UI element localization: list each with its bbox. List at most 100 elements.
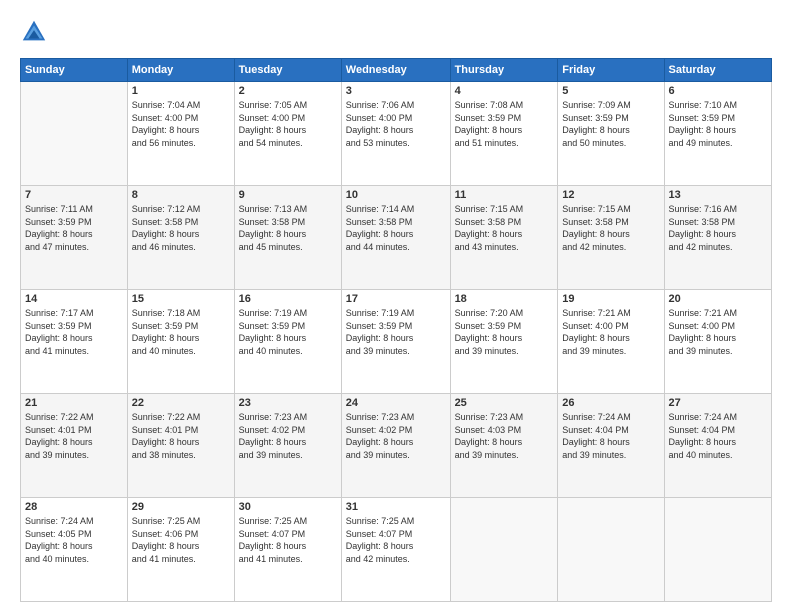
day-info: Sunrise: 7:15 AM Sunset: 3:58 PM Dayligh…: [455, 203, 554, 253]
calendar-cell: 25 Sunrise: 7:23 AM Sunset: 4:03 PM Dayli…: [450, 394, 558, 498]
calendar-cell: 5 Sunrise: 7:09 AM Sunset: 3:59 PM Daylig…: [558, 82, 664, 186]
day-info: Sunrise: 7:11 AM Sunset: 3:59 PM Dayligh…: [25, 203, 123, 253]
calendar-cell: 19 Sunrise: 7:21 AM Sunset: 4:00 PM Dayli…: [558, 290, 664, 394]
day-number: 25: [455, 397, 554, 409]
day-info: Sunrise: 7:05 AM Sunset: 4:00 PM Dayligh…: [239, 99, 337, 149]
weekday-header-row: SundayMondayTuesdayWednesdayThursdayFrid…: [21, 59, 772, 82]
day-info: Sunrise: 7:17 AM Sunset: 3:59 PM Dayligh…: [25, 307, 123, 357]
day-number: 6: [669, 85, 767, 97]
calendar-cell: 12 Sunrise: 7:15 AM Sunset: 3:58 PM Dayli…: [558, 186, 664, 290]
calendar-cell: 6 Sunrise: 7:10 AM Sunset: 3:59 PM Daylig…: [664, 82, 771, 186]
day-info: Sunrise: 7:20 AM Sunset: 3:59 PM Dayligh…: [455, 307, 554, 357]
day-info: Sunrise: 7:23 AM Sunset: 4:02 PM Dayligh…: [239, 411, 337, 461]
calendar-week-row: 21 Sunrise: 7:22 AM Sunset: 4:01 PM Dayli…: [21, 394, 772, 498]
calendar-cell: 27Sunrise: 7:24 AM Sunset: 4:04 PM Dayli…: [664, 394, 771, 498]
day-info: Sunrise: 7:21 AM Sunset: 4:00 PM Dayligh…: [562, 307, 659, 357]
day-info: Sunrise: 7:04 AM Sunset: 4:00 PM Dayligh…: [132, 99, 230, 149]
day-info: Sunrise: 7:18 AM Sunset: 3:59 PM Dayligh…: [132, 307, 230, 357]
day-number: 3: [346, 85, 446, 97]
calendar-cell: 21 Sunrise: 7:22 AM Sunset: 4:01 PM Dayli…: [21, 394, 128, 498]
day-number: 8: [132, 189, 230, 201]
day-info: Sunrise: 7:23 AM Sunset: 4:03 PM Dayligh…: [455, 411, 554, 461]
day-info: Sunrise: 7:10 AM Sunset: 3:59 PM Dayligh…: [669, 99, 767, 149]
day-info: Sunrise: 7:13 AM Sunset: 3:58 PM Dayligh…: [239, 203, 337, 253]
calendar-cell: 26 Sunrise: 7:24 AM Sunset: 4:04 PM Dayli…: [558, 394, 664, 498]
day-number: 23: [239, 397, 337, 409]
calendar-cell: 7 Sunrise: 7:11 AM Sunset: 3:59 PM Daylig…: [21, 186, 128, 290]
day-info: Sunrise: 7:22 AM Sunset: 4:01 PM Dayligh…: [132, 411, 230, 461]
calendar-cell: 13 Sunrise: 7:16 AM Sunset: 3:58 PM Dayli…: [664, 186, 771, 290]
calendar-cell: 16Sunrise: 7:19 AM Sunset: 3:59 PM Dayli…: [234, 290, 341, 394]
day-info: Sunrise: 7:16 AM Sunset: 3:58 PM Dayligh…: [669, 203, 767, 253]
day-number: 7: [25, 189, 123, 201]
day-number: 15: [132, 293, 230, 305]
day-info: Sunrise: 7:25 AM Sunset: 4:06 PM Dayligh…: [132, 515, 230, 565]
day-number: 2: [239, 85, 337, 97]
calendar-cell: 3Sunrise: 7:06 AM Sunset: 4:00 PM Daylig…: [341, 82, 450, 186]
day-info: Sunrise: 7:14 AM Sunset: 3:58 PM Dayligh…: [346, 203, 446, 253]
calendar-cell: [664, 498, 771, 602]
day-info: Sunrise: 7:09 AM Sunset: 3:59 PM Dayligh…: [562, 99, 659, 149]
calendar-cell: 31 Sunrise: 7:25 AM Sunset: 4:07 PM Dayli…: [341, 498, 450, 602]
calendar-week-row: 1 Sunrise: 7:04 AM Sunset: 4:00 PM Daylig…: [21, 82, 772, 186]
day-info: Sunrise: 7:25 AM Sunset: 4:07 PM Dayligh…: [239, 515, 337, 565]
weekday-header-sunday: Sunday: [21, 59, 128, 82]
calendar-cell: 29 Sunrise: 7:25 AM Sunset: 4:06 PM Dayli…: [127, 498, 234, 602]
day-info: Sunrise: 7:24 AM Sunset: 4:04 PM Dayligh…: [669, 411, 767, 461]
day-info: Sunrise: 7:25 AM Sunset: 4:07 PM Dayligh…: [346, 515, 446, 565]
day-number: 20: [669, 293, 767, 305]
day-number: 28: [25, 501, 123, 513]
day-number: 29: [132, 501, 230, 513]
day-info: Sunrise: 7:22 AM Sunset: 4:01 PM Dayligh…: [25, 411, 123, 461]
weekday-header-tuesday: Tuesday: [234, 59, 341, 82]
day-info: Sunrise: 7:21 AM Sunset: 4:00 PM Dayligh…: [669, 307, 767, 357]
calendar-cell: 1 Sunrise: 7:04 AM Sunset: 4:00 PM Daylig…: [127, 82, 234, 186]
day-number: 30: [239, 501, 337, 513]
calendar-cell: 20 Sunrise: 7:21 AM Sunset: 4:00 PM Dayli…: [664, 290, 771, 394]
day-info: Sunrise: 7:24 AM Sunset: 4:04 PM Dayligh…: [562, 411, 659, 461]
day-info: Sunrise: 7:08 AM Sunset: 3:59 PM Dayligh…: [455, 99, 554, 149]
day-number: 19: [562, 293, 659, 305]
calendar-cell: 24Sunrise: 7:23 AM Sunset: 4:02 PM Dayli…: [341, 394, 450, 498]
day-info: Sunrise: 7:15 AM Sunset: 3:58 PM Dayligh…: [562, 203, 659, 253]
calendar-cell: 8Sunrise: 7:12 AM Sunset: 3:58 PM Daylig…: [127, 186, 234, 290]
day-number: 31: [346, 501, 446, 513]
day-number: 5: [562, 85, 659, 97]
calendar-week-row: 28 Sunrise: 7:24 AM Sunset: 4:05 PM Dayli…: [21, 498, 772, 602]
day-number: 14: [25, 293, 123, 305]
day-number: 12: [562, 189, 659, 201]
day-number: 22: [132, 397, 230, 409]
day-info: Sunrise: 7:19 AM Sunset: 3:59 PM Dayligh…: [346, 307, 446, 357]
day-number: 4: [455, 85, 554, 97]
calendar-week-row: 14 Sunrise: 7:17 AM Sunset: 3:59 PM Dayli…: [21, 290, 772, 394]
calendar-cell: 4 Sunrise: 7:08 AM Sunset: 3:59 PM Daylig…: [450, 82, 558, 186]
day-number: 21: [25, 397, 123, 409]
day-number: 16: [239, 293, 337, 305]
calendar-cell: [558, 498, 664, 602]
weekday-header-friday: Friday: [558, 59, 664, 82]
calendar-cell: 10 Sunrise: 7:14 AM Sunset: 3:58 PM Dayli…: [341, 186, 450, 290]
day-number: 11: [455, 189, 554, 201]
calendar-cell: 11 Sunrise: 7:15 AM Sunset: 3:58 PM Dayli…: [450, 186, 558, 290]
calendar-cell: 14 Sunrise: 7:17 AM Sunset: 3:59 PM Dayli…: [21, 290, 128, 394]
calendar-cell: 9Sunrise: 7:13 AM Sunset: 3:58 PM Daylig…: [234, 186, 341, 290]
calendar-cell: 28 Sunrise: 7:24 AM Sunset: 4:05 PM Dayli…: [21, 498, 128, 602]
day-number: 17: [346, 293, 446, 305]
day-number: 1: [132, 85, 230, 97]
logo-icon: [20, 18, 48, 46]
day-info: Sunrise: 7:24 AM Sunset: 4:05 PM Dayligh…: [25, 515, 123, 565]
calendar-cell: 2 Sunrise: 7:05 AM Sunset: 4:00 PM Daylig…: [234, 82, 341, 186]
weekday-header-saturday: Saturday: [664, 59, 771, 82]
calendar-cell: 23 Sunrise: 7:23 AM Sunset: 4:02 PM Dayli…: [234, 394, 341, 498]
calendar-week-row: 7 Sunrise: 7:11 AM Sunset: 3:59 PM Daylig…: [21, 186, 772, 290]
day-number: 10: [346, 189, 446, 201]
day-number: 24: [346, 397, 446, 409]
logo: [20, 18, 52, 46]
calendar-cell: 30 Sunrise: 7:25 AM Sunset: 4:07 PM Dayli…: [234, 498, 341, 602]
page: SundayMondayTuesdayWednesdayThursdayFrid…: [0, 0, 792, 612]
header: [20, 18, 772, 46]
day-number: 26: [562, 397, 659, 409]
calendar-cell: [21, 82, 128, 186]
calendar-cell: 18Sunrise: 7:20 AM Sunset: 3:59 PM Dayli…: [450, 290, 558, 394]
day-number: 13: [669, 189, 767, 201]
